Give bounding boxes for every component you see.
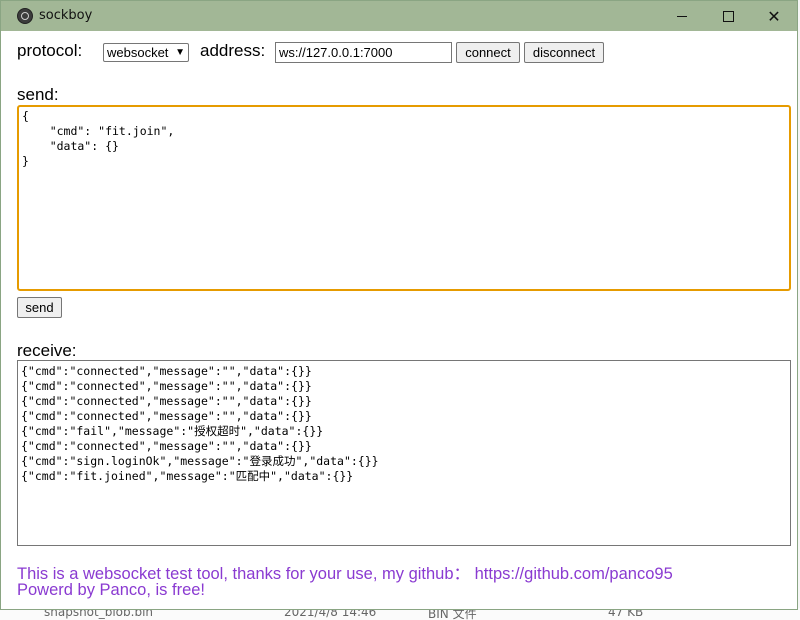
- connect-button[interactable]: connect: [456, 42, 520, 63]
- disconnect-button[interactable]: disconnect: [524, 42, 604, 63]
- minimize-button[interactable]: [659, 1, 705, 31]
- chevron-down-icon: ▼: [175, 47, 185, 58]
- protocol-label: protocol:: [17, 41, 83, 60]
- receive-line: {"cmd":"connected","message":"","data":{…: [21, 379, 312, 393]
- receive-line: {"cmd":"fit.joined","message":"匹配中","dat…: [21, 469, 354, 483]
- receive-textarea[interactable]: {"cmd":"connected","message":"","data":{…: [17, 360, 791, 546]
- send-label: send:: [17, 85, 59, 104]
- address-label: address:: [200, 41, 266, 60]
- address-input[interactable]: ws://127.0.0.1:7000: [275, 42, 452, 63]
- receive-label: receive:: [17, 341, 77, 360]
- receive-line: {"cmd":"connected","message":"","data":{…: [21, 394, 312, 408]
- title-bar[interactable]: sockboy ✕: [1, 1, 797, 31]
- receive-line: {"cmd":"connected","message":"","data":{…: [21, 439, 312, 453]
- receive-line: {"cmd":"fail","message":"授权超时","data":{}…: [21, 424, 324, 438]
- protocol-selected-value: websocket: [107, 45, 169, 60]
- receive-line: {"cmd":"connected","message":"","data":{…: [21, 409, 312, 423]
- send-button[interactable]: send: [17, 297, 62, 318]
- maximize-icon: [722, 10, 734, 22]
- protocol-select[interactable]: websocket ▼: [103, 43, 189, 62]
- receive-line: {"cmd":"connected","message":"","data":{…: [21, 364, 312, 378]
- app-window: sockboy ✕ protocol: websocket ▼ address:…: [0, 0, 798, 610]
- window-title: sockboy: [39, 8, 93, 23]
- close-button[interactable]: ✕: [751, 1, 797, 31]
- footer-credit: Powerd by Panco, is free!: [17, 581, 206, 599]
- send-textarea[interactable]: { "cmd": "fit.join", "data": {} }: [17, 105, 791, 291]
- maximize-button[interactable]: [705, 1, 751, 31]
- receive-line: {"cmd":"sign.loginOk","message":"登录成功","…: [21, 454, 379, 468]
- minimize-icon: [677, 15, 687, 17]
- close-icon: ✕: [767, 6, 781, 26]
- app-logo-icon: [17, 8, 33, 24]
